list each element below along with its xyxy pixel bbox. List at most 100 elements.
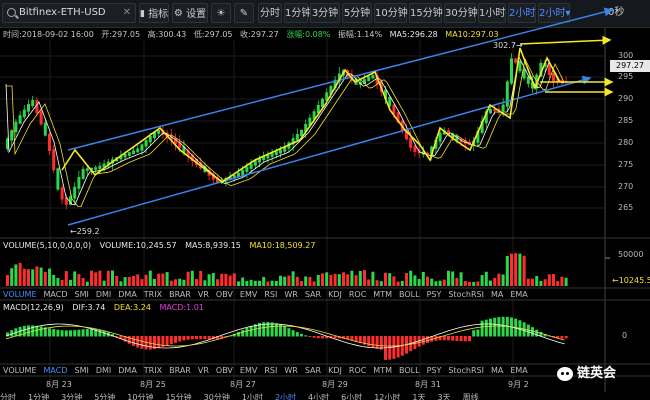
indicator-tab-obv[interactable]: OBV (216, 290, 233, 299)
volume-bar (241, 277, 245, 286)
bottom-interval-tab[interactable]: 1分钟 (28, 393, 49, 400)
bottom-interval-tab[interactable]: 5分钟 (94, 393, 115, 400)
volume-bar (539, 280, 543, 286)
macd-bar (64, 330, 68, 337)
volume-bar (459, 272, 463, 286)
indicator-tab-volume[interactable]: VOLUME (3, 290, 37, 299)
indicator-tab-roc[interactable]: ROC (349, 366, 366, 375)
indicator-tab-roc[interactable]: ROC (349, 290, 366, 299)
bottom-interval-tab[interactable]: 6小时 (341, 393, 362, 400)
interval-tab-6[interactable]: 30分钟 (444, 3, 478, 23)
lower-trend-line (67, 75, 592, 226)
symbol-search-box[interactable]: Bitfinex-ETH-USD ✕ (2, 3, 136, 23)
clear-icon[interactable]: ✕ (123, 4, 131, 22)
price-chart[interactable] (0, 0, 650, 400)
theme-toggle-button[interactable]: ☀ (211, 3, 231, 23)
indicator-tab-dmi[interactable]: DMI (96, 366, 111, 375)
macd-bar (476, 329, 480, 337)
bottom-interval-tab[interactable]: 4小时 (308, 393, 329, 400)
indicator-tab-ma[interactable]: MA (491, 366, 503, 375)
bottom-interval-tab[interactable]: 周线 (463, 393, 479, 400)
interval-tab-3[interactable]: 5分钟 (342, 3, 372, 23)
bottom-interval-tab[interactable]: 10分钟 (127, 393, 153, 400)
macd-bar (14, 328, 18, 337)
candle-body (291, 138, 295, 145)
bottom-interval-tab[interactable]: 1天 (412, 393, 425, 400)
indicator-tab-trix[interactable]: TRIX (144, 290, 162, 299)
volume-bar (514, 253, 518, 286)
bottom-interval-tab[interactable]: 1小时 (242, 393, 263, 400)
indicator-tab-trix[interactable]: TRIX (144, 366, 162, 375)
indicator-tab-kdj[interactable]: KDJ (328, 290, 342, 299)
chart-grid (0, 28, 606, 392)
indicator-tab-psy[interactable]: PSY (427, 366, 442, 375)
indicator-tab-brar[interactable]: BRAR (169, 366, 191, 375)
interval-tab-5[interactable]: 15分钟 (409, 3, 443, 23)
indicator-tab-brar[interactable]: BRAR (169, 290, 191, 299)
volume-bar (211, 273, 215, 286)
indicator-tab-rsi[interactable]: RSI (264, 366, 277, 375)
indicator-tab-volume[interactable]: VOLUME (3, 366, 37, 375)
indicator-tab-emv[interactable]: EMV (240, 366, 257, 375)
macd-bar (552, 336, 555, 338)
indicator-tab-vr[interactable]: VR (198, 366, 209, 375)
bottom-interval-tab[interactable]: 3天 (438, 393, 451, 400)
interval-tab-4[interactable]: 10分钟 (374, 3, 408, 23)
indicator-tab-stochrsi[interactable]: StochRSI (448, 290, 484, 299)
interval-tab-8[interactable]: 2小时 (508, 3, 536, 23)
indicator-tab-boll[interactable]: BOLL (399, 290, 420, 299)
indicator-tab-macd[interactable]: MACD (44, 290, 68, 299)
indicator-tab-sar[interactable]: SAR (305, 366, 321, 375)
bottom-interval-tab[interactable]: 12小时 (374, 393, 400, 400)
macd-bar (90, 328, 93, 337)
bottom-interval-tab[interactable]: 3分钟 (61, 393, 82, 400)
macd-bar (153, 336, 156, 350)
indicator-tab-smi[interactable]: SMI (74, 290, 88, 299)
interval-tab-2[interactable]: 3分钟 (310, 3, 340, 23)
volume-bar (10, 268, 14, 286)
indicator-tab-boll[interactable]: BOLL (399, 366, 420, 375)
bottom-interval-tab[interactable]: 15分钟 (165, 393, 191, 400)
candle-body (207, 170, 211, 176)
indicator-tab-obv[interactable]: OBV (216, 366, 233, 375)
indicator-tab-emv[interactable]: EMV (240, 290, 257, 299)
bottom-interval-tab[interactable]: 2小时 (275, 393, 296, 400)
macd-bar (363, 336, 366, 345)
indicator-tab-psy[interactable]: PSY (427, 290, 442, 299)
indicator-tab-mtm[interactable]: MTM (373, 290, 392, 299)
interval-tab-7[interactable]: 1小时 (478, 3, 506, 23)
indicator-tab-macd[interactable]: MACD (44, 366, 68, 375)
bar-chart-icon: ▮ (140, 9, 145, 19)
indicator-tab-ma[interactable]: MA (491, 290, 503, 299)
indicator-tab-dma[interactable]: DMA (118, 290, 137, 299)
indicator-tab-stochrsi[interactable]: StochRSI (448, 366, 484, 375)
indicator-tab-wr[interactable]: WR (284, 366, 297, 375)
interval-tab-0[interactable]: 分时 (258, 3, 282, 23)
indicator-tab-sar[interactable]: SAR (305, 290, 321, 299)
indicator-tab-smi[interactable]: SMI (74, 366, 88, 375)
volume-bar (253, 280, 257, 286)
indicator-tab-dma[interactable]: DMA (118, 366, 137, 375)
indicator-tab-rsi[interactable]: RSI (264, 290, 277, 299)
volume-bar (77, 274, 81, 286)
candle-body (270, 153, 274, 157)
indicator-tab-dmi[interactable]: DMI (96, 290, 111, 299)
interval-tab-1[interactable]: 1分钟 (284, 3, 311, 23)
indicator-tab-vr[interactable]: VR (198, 290, 209, 299)
bottom-interval-tab[interactable]: 分时 (0, 393, 16, 400)
macd-bar (119, 336, 123, 340)
resistance-line (519, 35, 612, 45)
indicator-tab-kdj[interactable]: KDJ (328, 366, 342, 375)
indicator-tab-mtm[interactable]: MTM (373, 366, 392, 375)
settings-button[interactable]: ⚙ 设置 (172, 3, 208, 23)
draw-tool-button[interactable]: ✎ (234, 3, 254, 23)
indicator-tab-ema[interactable]: EMA (510, 366, 527, 375)
interval-tab-9[interactable]: 2小时▾ (538, 3, 570, 23)
sun-icon: ☀ (216, 8, 226, 19)
volume-bar (174, 279, 177, 286)
indicator-tab-wr[interactable]: WR (284, 290, 297, 299)
indicator-button[interactable]: ▮ 指标 (139, 3, 169, 23)
indicator-tab-ema[interactable]: EMA (510, 290, 527, 299)
search-icon (7, 8, 16, 17)
bottom-interval-tab[interactable]: 30分钟 (204, 393, 230, 400)
